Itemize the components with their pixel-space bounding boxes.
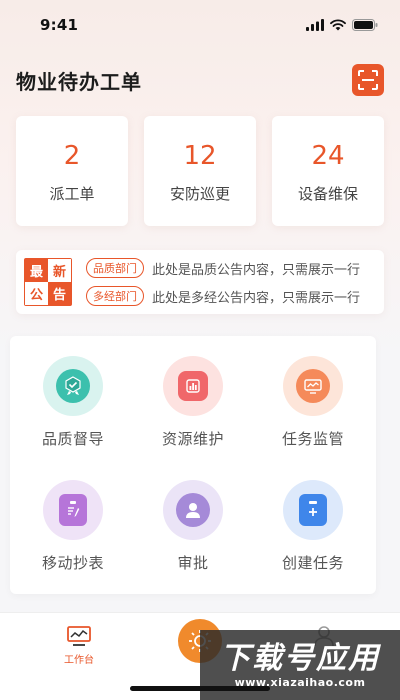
grid-label: 移动抄表 xyxy=(41,554,104,572)
icon-circle xyxy=(163,480,223,540)
stat-label: 派工单 xyxy=(49,184,95,203)
monitor-icon xyxy=(296,369,330,403)
page-header: 物业待办工单 xyxy=(0,58,400,102)
notice-board[interactable]: 最 新 公 告 品质部门 此处是品质公告内容，只需展示一行 多经部门 此处是多经… xyxy=(16,250,384,314)
battery-icon xyxy=(352,19,378,31)
clipboard-pen-icon xyxy=(59,494,87,526)
bar-chart-icon xyxy=(178,371,208,401)
stat-value: 24 xyxy=(311,140,345,171)
notice-badge-char: 新 xyxy=(48,259,71,282)
notice-badge-char: 最 xyxy=(25,259,48,282)
grid-item-task-monitoring[interactable]: 任务监管 xyxy=(253,356,373,466)
home-indicator xyxy=(130,686,270,691)
badge-check-icon xyxy=(56,369,90,403)
icon-circle xyxy=(43,356,103,416)
chart-monitor-icon xyxy=(67,626,91,646)
grid-item-approval[interactable]: 审批 xyxy=(133,480,253,590)
grid-label: 审批 xyxy=(177,554,209,572)
grid-item-create-task[interactable]: 创建任务 xyxy=(253,480,373,590)
stats-row: 2 派工单 12 安防巡更 24 设备维保 xyxy=(16,116,384,226)
wifi-icon xyxy=(330,19,346,31)
notice-text: 此处是品质公告内容，只需展示一行 xyxy=(152,262,361,278)
stat-card-maintenance[interactable]: 24 设备维保 xyxy=(272,116,384,226)
grid-item-quality-supervision[interactable]: 品质督导 xyxy=(13,356,133,466)
notice-badge: 最 新 公 告 xyxy=(24,258,72,306)
icon-circle xyxy=(283,356,343,416)
notice-item[interactable]: 多经部门 此处是多经公告内容，只需展示一行 xyxy=(86,286,376,306)
function-grid: 品质督导 资源维护 任务监管 移动抄表 审批 创建任务 xyxy=(10,336,376,594)
grid-label: 品质督导 xyxy=(41,430,104,448)
notice-text: 此处是多经公告内容，只需展示一行 xyxy=(152,290,361,306)
watermark-title: 下载号应用 xyxy=(220,640,380,676)
dept-tag: 品质部门 xyxy=(86,258,144,278)
status-bar: 9:41 xyxy=(0,0,400,50)
stat-label: 设备维保 xyxy=(297,184,358,203)
notice-badge-char: 公 xyxy=(25,282,48,305)
stat-label: 安防巡更 xyxy=(169,184,230,203)
system-icons xyxy=(306,19,378,31)
page-title: 物业待办工单 xyxy=(16,69,142,94)
scan-icon xyxy=(358,70,378,90)
notice-item[interactable]: 品质部门 此处是品质公告内容，只需展示一行 xyxy=(86,258,376,278)
tab-label: 工作台 xyxy=(64,655,94,666)
stat-card-patrol[interactable]: 12 安防巡更 xyxy=(144,116,256,226)
status-time: 9:41 xyxy=(40,16,79,34)
notice-list: 品质部门 此处是品质公告内容，只需展示一行 多经部门 此处是多经公告内容，只需展… xyxy=(86,258,376,306)
person-icon xyxy=(176,493,210,527)
grid-label: 创建任务 xyxy=(281,554,344,572)
dept-tag: 多经部门 xyxy=(86,286,144,306)
scan-button[interactable] xyxy=(352,64,384,96)
stat-card-dispatch[interactable]: 2 派工单 xyxy=(16,116,128,226)
grid-label: 资源维护 xyxy=(161,430,224,448)
icon-circle xyxy=(163,356,223,416)
stat-value: 12 xyxy=(183,140,217,171)
signal-icon xyxy=(306,19,324,31)
icon-circle xyxy=(43,480,103,540)
notice-badge-char: 告 xyxy=(48,282,71,305)
icon-circle xyxy=(283,480,343,540)
tab-workbench[interactable]: 工作台 xyxy=(64,625,94,666)
add-file-icon xyxy=(299,494,327,526)
stat-value: 2 xyxy=(63,140,81,171)
grid-item-resource-maintenance[interactable]: 资源维护 xyxy=(133,356,253,466)
grid-label: 任务监管 xyxy=(281,430,344,448)
grid-item-meter-reading[interactable]: 移动抄表 xyxy=(13,480,133,590)
